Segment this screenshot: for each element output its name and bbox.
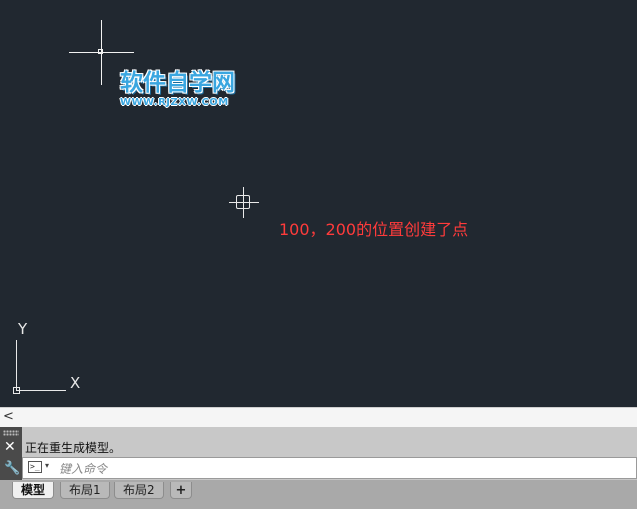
ucs-x-label: X bbox=[70, 374, 81, 392]
command-input[interactable] bbox=[57, 459, 621, 479]
tab-model[interactable]: 模型 bbox=[12, 482, 55, 499]
chevron-down-icon[interactable]: ▾ bbox=[45, 461, 49, 470]
command-sidebar: ✕ 🔧 bbox=[0, 427, 22, 480]
command-line-panel: ✕ 🔧 正在重生成模型。 >_ ▾ bbox=[0, 427, 637, 480]
close-icon[interactable]: ✕ bbox=[4, 440, 16, 454]
point-annotation: 100，200的位置创建了点 bbox=[279, 220, 469, 239]
watermark-logo: 软件自学网 WWW.RJZXW.COM bbox=[120, 70, 270, 109]
watermark-title: 软件自学网 bbox=[120, 70, 235, 96]
tab-layout1[interactable]: 布局1 bbox=[60, 482, 110, 499]
command-input-row: >_ ▾ bbox=[22, 457, 637, 479]
command-history: 正在重生成模型。 bbox=[22, 431, 637, 455]
command-prompt-icon[interactable]: >_ bbox=[28, 461, 42, 473]
add-layout-button[interactable]: + bbox=[170, 482, 192, 499]
customize-wrench-icon[interactable]: 🔧 bbox=[4, 462, 20, 476]
scroll-left-icon[interactable]: < bbox=[3, 409, 14, 424]
watermark-url: WWW.RJZXW.COM bbox=[120, 97, 229, 108]
layout-tabs-bar: 模型 布局1 布局2 + bbox=[0, 480, 637, 509]
ucs-y-label: Y bbox=[18, 320, 28, 338]
horizontal-scrollbar[interactable]: < bbox=[0, 407, 637, 427]
drawing-canvas[interactable]: 软件自学网 WWW.RJZXW.COM 100，200的位置创建了点 Y X bbox=[0, 0, 637, 407]
command-history-text: 正在重生成模型。 bbox=[25, 441, 122, 455]
drag-grip-icon[interactable] bbox=[3, 430, 19, 436]
tab-layout2[interactable]: 布局2 bbox=[114, 482, 164, 499]
